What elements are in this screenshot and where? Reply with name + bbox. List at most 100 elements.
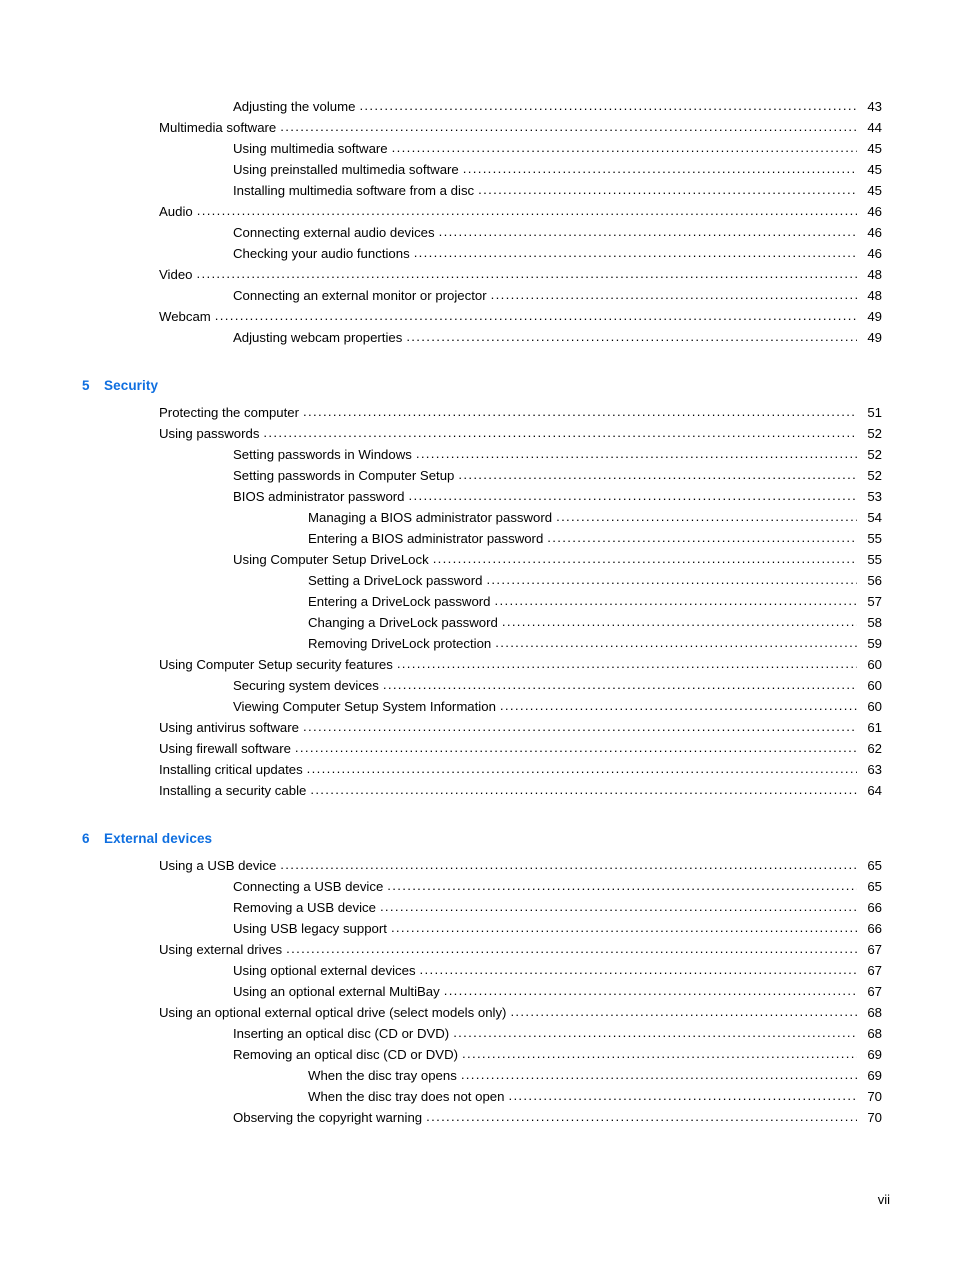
- toc-entry[interactable]: Using Computer Setup DriveLock..........…: [82, 549, 882, 570]
- toc-chapter-number: 5: [82, 378, 90, 393]
- toc-entry[interactable]: Managing a BIOS administrator password..…: [82, 507, 882, 528]
- toc-entry[interactable]: Viewing Computer Setup System Informatio…: [82, 696, 882, 717]
- toc-entry[interactable]: BIOS administrator password.............…: [82, 486, 882, 507]
- toc-entry-label: Protecting the computer: [159, 405, 300, 420]
- toc-entry[interactable]: Using antivirus software................…: [82, 717, 882, 738]
- toc-entry[interactable]: Adjusting webcam properties.............…: [82, 327, 882, 348]
- toc-entry[interactable]: Adjusting the volume....................…: [82, 96, 882, 117]
- toc-entry[interactable]: Setting passwords in Computer Setup.....…: [82, 465, 882, 486]
- toc-entry-page-number: 52: [867, 468, 882, 483]
- toc-dot-leader: ........................................…: [426, 1109, 857, 1124]
- toc-entry-page-number: 60: [867, 678, 882, 693]
- toc-entry[interactable]: Removing DriveLock protection...........…: [82, 633, 882, 654]
- toc-dot-leader: ........................................…: [556, 509, 857, 524]
- toc-dot-leader: ........................................…: [310, 782, 857, 797]
- toc-entry-label: Using an optional external optical drive…: [159, 1005, 507, 1020]
- toc-entry-label: Using external drives: [159, 942, 283, 957]
- toc-entry-label: Audio: [159, 204, 193, 219]
- toc-entry[interactable]: Using an optional external optical drive…: [82, 1002, 882, 1023]
- toc-entry[interactable]: Observing the copyright warning.........…: [82, 1107, 882, 1128]
- toc-entry-label: Managing a BIOS administrator password: [308, 510, 553, 525]
- toc-dot-leader: ........................................…: [494, 593, 857, 608]
- toc-entry[interactable]: Multimedia software.....................…: [82, 117, 882, 138]
- toc-dot-leader: ........................................…: [486, 572, 857, 587]
- toc-entry[interactable]: When the disc tray does not open........…: [82, 1086, 882, 1107]
- toc-entry-label: Checking your audio functions: [233, 246, 410, 261]
- toc-entry[interactable]: Installing multimedia software from a di…: [82, 180, 882, 201]
- page-footer: vii: [0, 1192, 890, 1207]
- toc-entry[interactable]: Using a USB device......................…: [82, 855, 882, 876]
- toc-entry[interactable]: Webcam..................................…: [82, 306, 882, 327]
- toc-entry[interactable]: Using USB legacy support................…: [82, 918, 882, 939]
- toc-entry-label: Removing a USB device: [233, 900, 376, 915]
- toc-entry[interactable]: Installing a security cable.............…: [82, 780, 882, 801]
- toc-entry[interactable]: Using Computer Setup security features..…: [82, 654, 882, 675]
- toc-entry[interactable]: Using external drives...................…: [82, 939, 882, 960]
- toc-entry-page-number: 52: [867, 426, 882, 441]
- toc-entry-page-number: 46: [867, 225, 882, 240]
- toc-dot-leader: ........................................…: [294, 740, 857, 755]
- toc-entry[interactable]: Using an optional external MultiBay.....…: [82, 981, 882, 1002]
- toc-dot-leader: ........................................…: [462, 161, 857, 176]
- toc-entry-page-number: 69: [867, 1047, 882, 1062]
- toc-entry[interactable]: Protecting the computer.................…: [82, 402, 882, 423]
- toc-entry[interactable]: Using firewall software.................…: [82, 738, 882, 759]
- toc-entry[interactable]: Removing an optical disc (CD or DVD)....…: [82, 1044, 882, 1065]
- toc-entry[interactable]: Inserting an optical disc (CD or DVD)...…: [82, 1023, 882, 1044]
- toc-dot-leader: ........................................…: [478, 182, 857, 197]
- toc-entry-page-number: 67: [867, 942, 882, 957]
- toc-entry[interactable]: Installing critical updates.............…: [82, 759, 882, 780]
- toc-entry[interactable]: Video...................................…: [82, 264, 882, 285]
- toc-entry-page-number: 59: [867, 636, 882, 651]
- toc-entry-label: Multimedia software: [159, 120, 277, 135]
- toc-entry-page-number: 65: [867, 858, 882, 873]
- toc-dot-leader: ........................................…: [387, 878, 857, 893]
- toc-entry-page-number: 51: [867, 405, 882, 420]
- toc-entry-page-number: 46: [867, 204, 882, 219]
- toc-entry[interactable]: Entering a BIOS administrator password..…: [82, 528, 882, 549]
- toc-entry-page-number: 66: [867, 900, 882, 915]
- toc-entry[interactable]: Entering a DriveLock password...........…: [82, 591, 882, 612]
- toc-entry[interactable]: Securing system devices.................…: [82, 675, 882, 696]
- toc-entry[interactable]: Using passwords.........................…: [82, 423, 882, 444]
- toc-entry-page-number: 67: [867, 963, 882, 978]
- toc-entry-label: Using optional external devices: [233, 963, 416, 978]
- toc-entry-label: Installing a security cable: [159, 783, 307, 798]
- toc-entry-page-number: 49: [867, 309, 882, 324]
- toc-dot-leader: ........................................…: [379, 899, 857, 914]
- toc-entry[interactable]: Audio...................................…: [82, 201, 882, 222]
- toc-dot-leader: ........................................…: [413, 245, 857, 260]
- toc-entry-page-number: 64: [867, 783, 882, 798]
- toc-entry[interactable]: Removing a USB device...................…: [82, 897, 882, 918]
- toc-entry[interactable]: Using multimedia software...............…: [82, 138, 882, 159]
- toc-entry[interactable]: Connecting a USB device.................…: [82, 876, 882, 897]
- toc-entry-page-number: 58: [867, 615, 882, 630]
- toc-entry[interactable]: Using preinstalled multimedia software..…: [82, 159, 882, 180]
- toc-dot-leader: ........................................…: [415, 446, 857, 461]
- toc-entry[interactable]: Connecting an external monitor or projec…: [82, 285, 882, 306]
- toc-chapter-heading[interactable]: 6 External devices: [82, 828, 882, 849]
- toc-entry[interactable]: Setting a DriveLock password............…: [82, 570, 882, 591]
- toc-entry-page-number: 53: [867, 489, 882, 504]
- toc-entry-label: Using firewall software: [159, 741, 291, 756]
- toc-dot-leader: ........................................…: [443, 983, 857, 998]
- toc-entry-label: Installing critical updates: [159, 762, 303, 777]
- toc-entry[interactable]: Setting passwords in Windows............…: [82, 444, 882, 465]
- toc-entry-label: Removing an optical disc (CD or DVD): [233, 1047, 458, 1062]
- toc-entry[interactable]: Using optional external devices.........…: [82, 960, 882, 981]
- toc-entry[interactable]: Changing a DriveLock password...........…: [82, 612, 882, 633]
- toc-entry[interactable]: Connecting external audio devices.......…: [82, 222, 882, 243]
- toc-chapter-heading[interactable]: 5 Security: [82, 375, 882, 396]
- toc-entry-page-number: 60: [867, 657, 882, 672]
- toc-dot-leader: ........................................…: [286, 941, 857, 956]
- toc-entry[interactable]: Checking your audio functions...........…: [82, 243, 882, 264]
- toc-dot-leader: ........................................…: [432, 551, 857, 566]
- toc-dot-leader: ........................................…: [303, 404, 857, 419]
- toc-entry[interactable]: When the disc tray opens................…: [82, 1065, 882, 1086]
- toc-dot-leader: ........................................…: [406, 329, 857, 344]
- toc-entry-label: Securing system devices: [233, 678, 379, 693]
- toc-dot-leader: ........................................…: [196, 203, 857, 218]
- toc-entry-page-number: 55: [867, 531, 882, 546]
- toc-entry-label: Using a USB device: [159, 858, 277, 873]
- toc-dot-leader: ........................................…: [196, 266, 858, 281]
